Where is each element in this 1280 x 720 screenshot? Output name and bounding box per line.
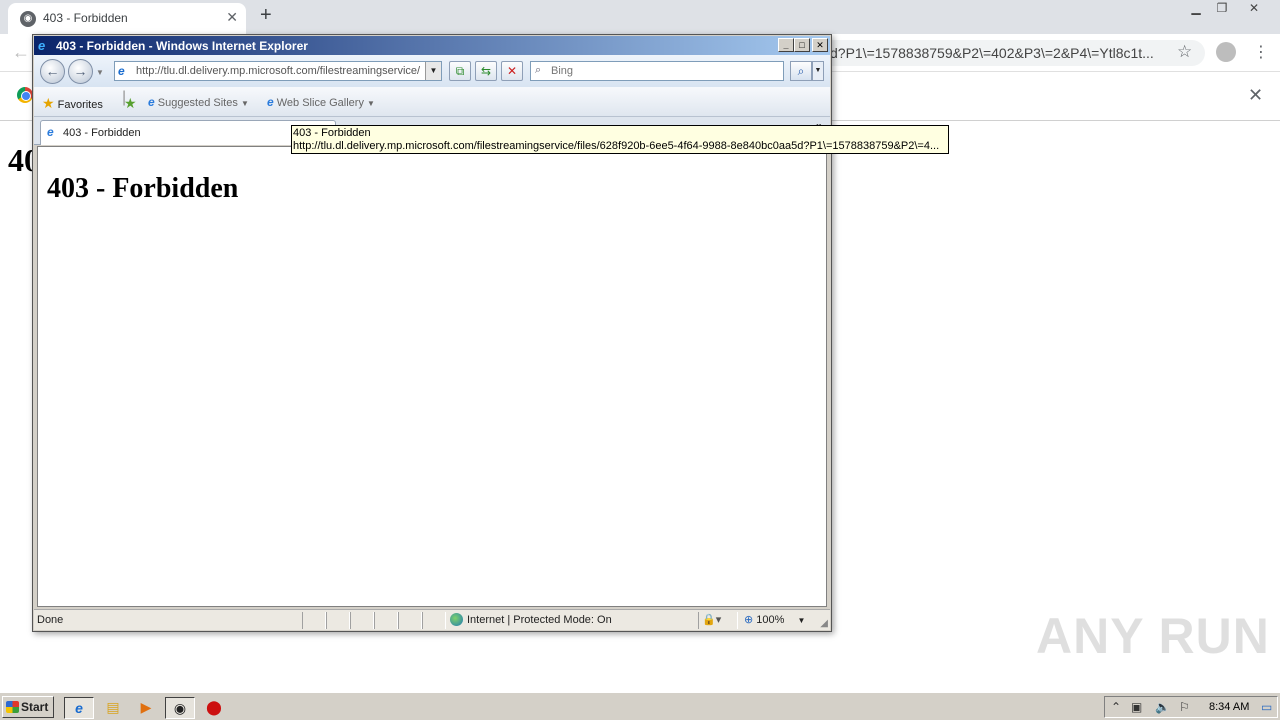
status-segment (398, 612, 422, 629)
ie-close-button[interactable]: ✕ (812, 38, 828, 52)
recent-pages-dropdown-icon[interactable]: ▼ (96, 68, 104, 77)
resize-grip-icon[interactable]: ◢ (820, 618, 828, 629)
profile-avatar-icon[interactable] (1216, 42, 1236, 62)
chrome-omnibox[interactable]: d?P1\=1578838759&P2\=402&P3\=2&P4\=Ytl8c… (830, 40, 1205, 66)
add-favorite-icon: ★ (124, 95, 137, 111)
ie-page-heading: 403 - Forbidden (47, 173, 239, 204)
status-segment (422, 612, 446, 629)
minimize-icon[interactable]: ▁ (1182, 0, 1210, 18)
status-segment (326, 612, 350, 629)
ie-titlebar[interactable]: e 403 - Forbidden - Windows Internet Exp… (34, 36, 830, 55)
protected-mode-lock-icon[interactable]: 🔒▾ (702, 613, 721, 626)
start-button[interactable]: Start (2, 696, 54, 718)
close-tab-icon[interactable]: ✕ (226, 9, 238, 26)
kebab-menu-icon[interactable]: ⋮ (1253, 42, 1269, 62)
internet-globe-icon (450, 613, 463, 626)
volume-icon[interactable]: 🔈 (1155, 700, 1170, 714)
chrome-tab-strip: ◉ 403 - Forbidden ✕ + ▁ ❐ ✕ (0, 0, 1280, 34)
web-slice-gallery-link[interactable]: e Web Slice Gallery ▼ (267, 95, 375, 109)
status-segment (302, 612, 326, 629)
search-input[interactable] (551, 65, 771, 77)
ie-page-content: 403 - Forbidden (37, 146, 827, 607)
taskbar-stop-sign-icon[interactable]: ⬤ (199, 697, 229, 719)
chrome-tab-title: 403 - Forbidden (43, 11, 128, 25)
taskbar: Start e ▤ ▶ ◉ ⬤ ⌃ ▣ 🔈 ⚐ 8:34 AM ▭ (0, 692, 1280, 720)
ie-forward-button[interactable]: → (68, 59, 93, 84)
ie-maximize-button[interactable]: □ (794, 38, 810, 52)
show-hidden-icons-icon[interactable]: ⌃ (1111, 700, 1121, 714)
tooltip-title: 403 - Forbidden (293, 127, 371, 139)
ie-search-box[interactable]: ⌕ (530, 61, 784, 81)
action-center-flag-icon[interactable]: ⚐ (1179, 700, 1190, 714)
chrome-tab[interactable]: ◉ 403 - Forbidden ✕ (8, 3, 246, 34)
suggested-sites-label: Suggested Sites (157, 97, 238, 109)
windows-logo-icon (6, 701, 19, 713)
compatibility-view-icon[interactable]: ⧉ (449, 61, 471, 81)
zone-text: Internet | Protected Mode: On (467, 614, 612, 626)
status-segment (350, 612, 374, 629)
ie-favorites-bar: ★ Favorites | ★ e Suggested Sites ▼ e We… (34, 87, 830, 117)
taskbar-chrome-icon[interactable]: ◉ (165, 697, 195, 719)
ie-window: e 403 - Forbidden - Windows Internet Exp… (32, 34, 832, 632)
taskbar-media-player-icon[interactable]: ▶ (131, 697, 161, 719)
zoom-level: 100% (756, 614, 785, 626)
ie-navigation-bar: ← → ▼ e http://tlu.dl.delivery.mp.micros… (34, 55, 830, 87)
ie-address-bar[interactable]: e http://tlu.dl.delivery.mp.microsoft.co… (114, 61, 442, 81)
anyrun-watermark: ANY RUN (1036, 608, 1270, 664)
new-tab-button[interactable]: + (260, 4, 272, 27)
chrome-logo-icon (17, 87, 33, 103)
start-label: Start (21, 700, 49, 714)
web-slice-gallery-label: Web Slice Gallery (276, 97, 364, 109)
search-go-button[interactable]: ⌕ (790, 61, 812, 81)
taskbar-clock[interactable]: 8:34 AM (1209, 701, 1249, 713)
search-icon: ⌕ (535, 64, 542, 76)
favorites-button[interactable]: ★ Favorites (42, 95, 103, 112)
bookmark-star-icon[interactable]: ☆ (1177, 42, 1192, 62)
infobar-close-icon[interactable]: ✕ (1248, 85, 1263, 106)
favorites-star-icon: ★ (42, 95, 55, 111)
ie-page-icon: e (148, 95, 155, 109)
status-text: Done (37, 614, 64, 626)
ie-address-text: http://tlu.dl.delivery.mp.microsoft.com/… (136, 65, 421, 77)
tooltip-url: http://tlu.dl.delivery.mp.microsoft.com/… (293, 140, 940, 152)
network-icon[interactable]: ▣ (1131, 700, 1142, 714)
stop-icon[interactable]: ✕ (501, 61, 523, 81)
taskbar-explorer-folder-icon[interactable]: ▤ (98, 697, 128, 719)
system-tray: ⌃ ▣ 🔈 ⚐ 8:34 AM ▭ (1104, 696, 1278, 718)
restore-icon[interactable]: ❐ (1208, 0, 1236, 18)
ie-tab-title: 403 - Forbidden (63, 127, 141, 139)
chevron-down-icon: ▼ (367, 99, 375, 108)
zoom-control[interactable]: ⊕ 100% ▼ (744, 613, 805, 626)
ie-window-title: 403 - Forbidden - Windows Internet Explo… (56, 39, 308, 53)
ie-back-button[interactable]: ← (40, 59, 65, 84)
search-options-dropdown-icon[interactable]: ▼ (812, 61, 824, 81)
taskbar-ie-icon[interactable]: e (64, 697, 94, 719)
show-desktop-icon[interactable]: ▭ (1261, 700, 1272, 714)
favorites-label: Favorites (57, 99, 103, 111)
omnibox-url: d?P1\=1578838759&P2\=402&P3\=2&P4\=Ytl8c… (830, 45, 1154, 61)
address-dropdown-icon[interactable]: ▼ (425, 62, 441, 80)
ie-logo-icon: e (38, 38, 46, 53)
ie-page-icon: e (267, 95, 274, 109)
suggested-sites-link[interactable]: e Suggested Sites ▼ (148, 95, 249, 109)
refresh-icon[interactable]: ⇆ (475, 61, 497, 81)
chevron-down-icon: ▼ (797, 616, 806, 625)
tab-tooltip: 403 - Forbidden http://tlu.dl.delivery.m… (291, 125, 949, 154)
ie-minimize-button[interactable]: _ (778, 38, 794, 52)
security-zone[interactable]: Internet | Protected Mode: On (450, 613, 612, 626)
add-to-favorites-button[interactable]: ★ (124, 95, 137, 112)
zoom-magnifier-icon: ⊕ (744, 614, 754, 626)
status-segment (374, 612, 398, 629)
tab-ie-icon: e (47, 125, 54, 139)
page-e-icon: e (118, 64, 125, 78)
close-window-icon[interactable]: ✕ (1240, 0, 1268, 18)
globe-icon: ◉ (20, 11, 36, 27)
chevron-down-icon: ▼ (240, 99, 249, 108)
back-arrow-icon[interactable]: ← (12, 42, 30, 63)
ie-status-bar: Done Internet | Protected Mode: On 🔒▾ ⊕ … (34, 609, 830, 630)
